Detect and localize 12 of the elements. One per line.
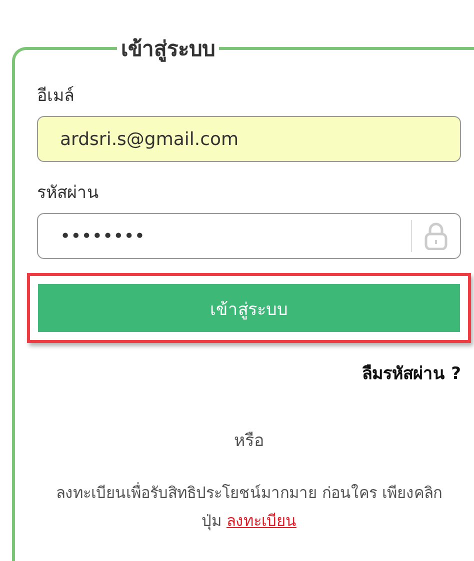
password-field[interactable]: •••••••• <box>37 213 461 259</box>
field-label: อีเมล์ <box>37 85 75 108</box>
email-input[interactable]: ardsri.s@gmail.com <box>58 128 448 150</box>
email-field[interactable]: ardsri.s@gmail.com <box>37 116 461 162</box>
field-label: รหัสผ่าน <box>37 182 100 205</box>
lock-icon <box>424 222 448 250</box>
password-input[interactable]: •••••••• <box>58 224 399 248</box>
register-text: ลงทะเบียนเพื่อรับสิทธิประโยชน์มากมาย ก่อนใคร เพียงคลิกปุ่ม ลงทะเบียน <box>55 481 443 532</box>
or-text: หรือ <box>234 430 264 453</box>
forgot-password-link[interactable]: ลืมรหัสผ่าน ? <box>362 359 461 386</box>
register-link[interactable]: ลงทะเบียน <box>226 512 296 530</box>
panel-title: เข้าสู่ระบบ <box>120 36 216 64</box>
